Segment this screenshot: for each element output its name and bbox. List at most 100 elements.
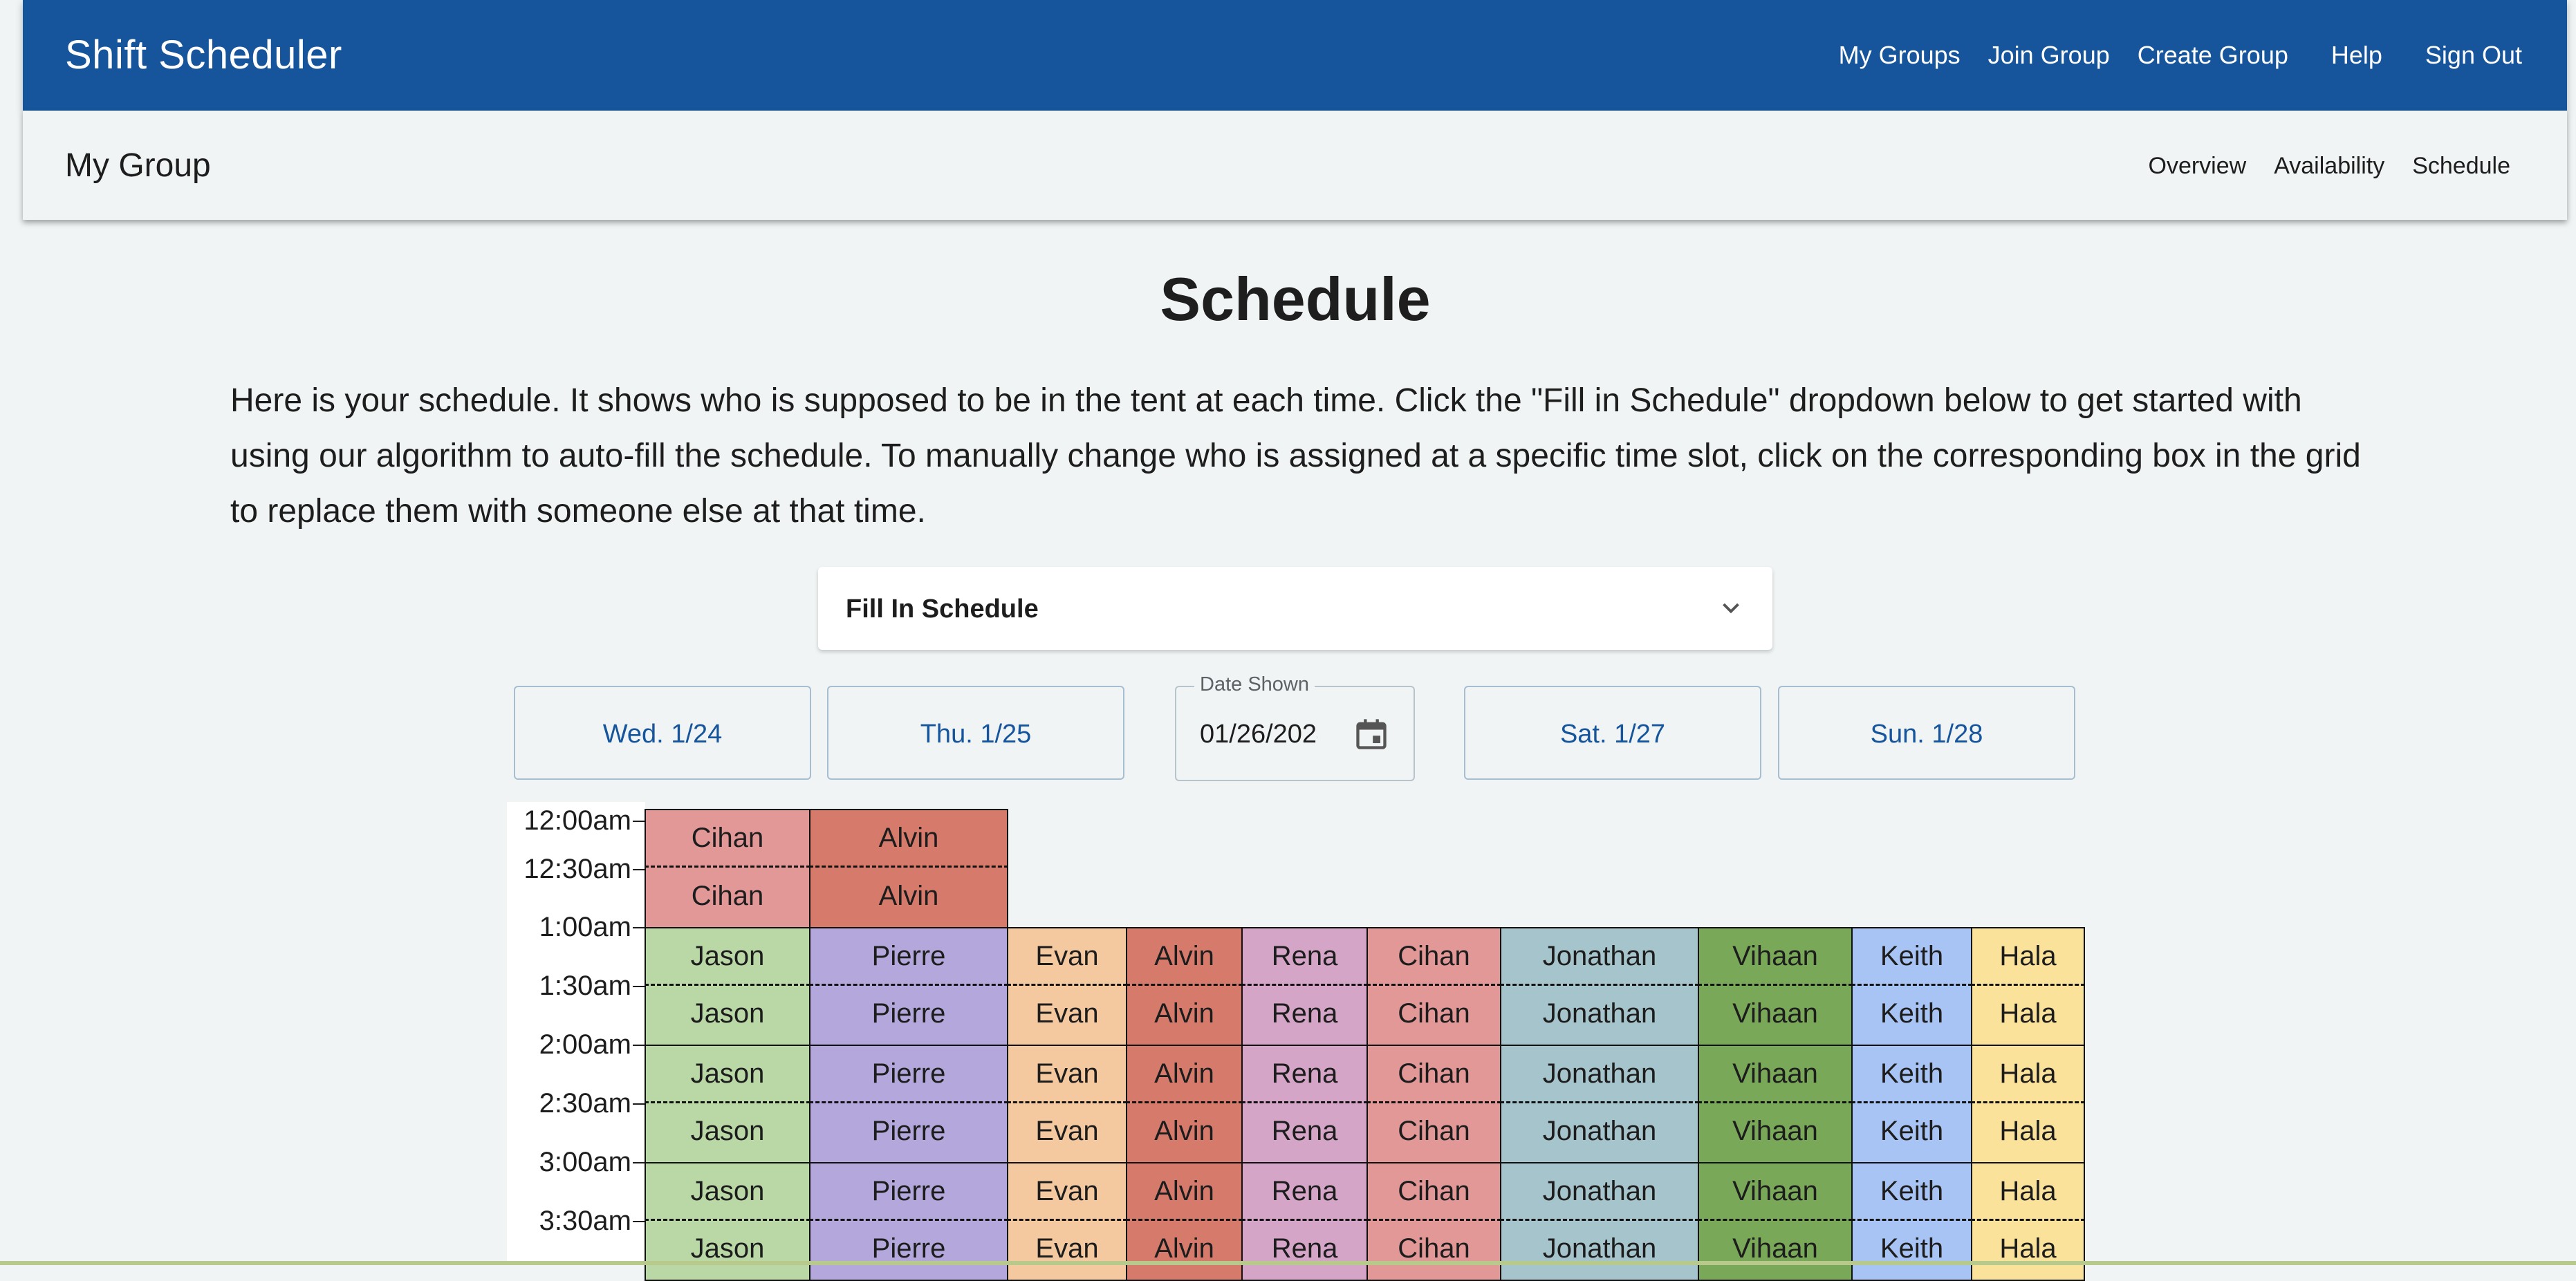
nav-sign-out[interactable]: Sign Out: [2425, 39, 2522, 72]
schedule-cell[interactable]: Jonathan: [1500, 986, 1699, 1046]
schedule-cell[interactable]: Alvin: [809, 868, 1008, 928]
schedule-cell[interactable]: Jonathan: [1500, 1221, 1699, 1281]
schedule-cell[interactable]: Keith: [1851, 1162, 1972, 1221]
schedule-cell[interactable]: Alvin: [1126, 986, 1243, 1046]
schedule-cell[interactable]: Alvin: [809, 809, 1008, 868]
schedule-cell[interactable]: Evan: [1007, 1162, 1127, 1221]
date-shown-value[interactable]: 01/26/2024: [1200, 718, 1317, 751]
schedule-cell[interactable]: Cihan: [1366, 927, 1501, 986]
nav-join-group[interactable]: Join Group: [1988, 39, 2110, 72]
schedule-cell[interactable]: Keith: [1851, 1045, 1972, 1103]
schedule-cell[interactable]: Cihan: [645, 868, 810, 928]
nav-create-group[interactable]: Create Group: [2138, 39, 2288, 72]
schedule-cell[interactable]: Hala: [1971, 1162, 2085, 1221]
chevron-down-icon: [1723, 603, 1739, 614]
schedule-cell[interactable]: Alvin: [1126, 1103, 1243, 1163]
schedule-cell[interactable]: Jonathan: [1500, 927, 1699, 986]
schedule-cell[interactable]: Hala: [1971, 927, 2085, 986]
schedule-cell[interactable]: Pierre: [809, 1103, 1008, 1163]
schedule-cell[interactable]: Vihaan: [1698, 1103, 1853, 1163]
time-column: 12:00am 12:30am 1:00am 1:30am 2:00am 2:30am 3:…: [507, 802, 645, 1265]
schedule-cell[interactable]: Keith: [1851, 927, 1972, 986]
schedule-cell[interactable]: Jonathan: [1500, 1045, 1699, 1103]
schedule-cell[interactable]: Jason: [645, 1045, 810, 1103]
schedule-cell[interactable]: Hala: [1971, 986, 2085, 1046]
schedule-cell[interactable]: Jason: [645, 927, 810, 986]
schedule-cell[interactable]: Cihan: [1366, 986, 1501, 1046]
calendar-icon[interactable]: [1353, 715, 1389, 754]
time-label: 12:00am: [523, 805, 631, 836]
time-tick: [633, 1221, 645, 1222]
time-label: 1:30am: [539, 971, 631, 1001]
schedule-cell[interactable]: Rena: [1241, 1162, 1368, 1221]
time-tick: [633, 986, 645, 987]
schedule-cell[interactable]: Pierre: [809, 927, 1008, 986]
schedule-cell[interactable]: Hala: [1971, 1045, 2085, 1103]
schedule-cell[interactable]: Pierre: [809, 986, 1008, 1046]
schedule-cell[interactable]: Pierre: [809, 1162, 1008, 1221]
day-button-wed[interactable]: Wed. 1/24: [514, 686, 811, 780]
schedule-cell[interactable]: Pierre: [809, 1045, 1008, 1103]
schedule-cell[interactable]: Keith: [1851, 1221, 1972, 1281]
schedule-cell[interactable]: Jonathan: [1500, 1162, 1699, 1221]
top-nav: My Groups Join Group Create Group Help S…: [1811, 39, 2522, 72]
time-tick: [633, 1103, 645, 1105]
schedule-cell[interactable]: Alvin: [1126, 927, 1243, 986]
schedule-cell[interactable]: Hala: [1971, 1103, 2085, 1163]
schedule-cell[interactable]: Vihaan: [1698, 1045, 1853, 1103]
schedule-cell[interactable]: Evan: [1007, 1103, 1127, 1163]
tab-schedule[interactable]: Schedule: [2412, 151, 2510, 181]
time-tick: [633, 821, 645, 822]
schedule-cell[interactable]: Jason: [645, 1221, 810, 1281]
day-button-thu[interactable]: Thu. 1/25: [827, 686, 1124, 780]
schedule-cell[interactable]: Vihaan: [1698, 986, 1853, 1046]
tab-overview[interactable]: Overview: [2149, 151, 2247, 181]
schedule-cell[interactable]: Rena: [1241, 1221, 1368, 1281]
schedule-cell[interactable]: Cihan: [1366, 1045, 1501, 1103]
fill-schedule-label: Fill In Schedule: [846, 595, 1039, 624]
schedule-cell[interactable]: Cihan: [645, 809, 810, 868]
time-label: 2:30am: [539, 1088, 631, 1119]
nav-my-groups[interactable]: My Groups: [1839, 39, 1961, 72]
schedule-cell[interactable]: Alvin: [1126, 1162, 1243, 1221]
schedule-cell[interactable]: Hala: [1971, 1221, 2085, 1281]
time-label: 12:30am: [523, 854, 631, 884]
time-label: 1:00am: [539, 912, 631, 942]
day-button-sun[interactable]: Sun. 1/28: [1778, 686, 2075, 780]
schedule-cell[interactable]: Vihaan: [1698, 1221, 1853, 1281]
schedule-cell[interactable]: Evan: [1007, 1045, 1127, 1103]
schedule-cell[interactable]: Alvin: [1126, 1045, 1243, 1103]
nav-help[interactable]: Help: [2331, 39, 2382, 72]
schedule-cell[interactable]: Rena: [1241, 986, 1368, 1046]
schedule-cell[interactable]: Evan: [1007, 986, 1127, 1046]
schedule-cell[interactable]: Rena: [1241, 927, 1368, 986]
page-description: Here is your schedule. It shows who is s…: [230, 382, 2361, 530]
schedule-cell[interactable]: Keith: [1851, 986, 1972, 1046]
schedule-cell[interactable]: Alvin: [1126, 1221, 1243, 1281]
time-label: 2:00am: [539, 1029, 631, 1060]
tab-availability[interactable]: Availability: [2274, 151, 2384, 181]
schedule-cell[interactable]: Cihan: [1366, 1103, 1501, 1163]
schedule-cell[interactable]: Rena: [1241, 1045, 1368, 1103]
app-title[interactable]: Shift Scheduler: [65, 30, 342, 80]
date-shown-field[interactable]: Date Shown 01/26/2024: [1175, 672, 1415, 781]
app-bar: Shift Scheduler My Groups Join Group Cre…: [23, 0, 2567, 111]
fill-schedule-dropdown[interactable]: Fill In Schedule: [818, 567, 1772, 650]
time-tick: [633, 1045, 645, 1046]
schedule-cell[interactable]: Evan: [1007, 927, 1127, 986]
schedule-cell[interactable]: Jason: [645, 1162, 810, 1221]
day-button-sat[interactable]: Sat. 1/27: [1464, 686, 1761, 780]
schedule-cell[interactable]: Evan: [1007, 1221, 1127, 1281]
schedule-cell[interactable]: Jonathan: [1500, 1103, 1699, 1163]
schedule-cell[interactable]: Vihaan: [1698, 1162, 1853, 1221]
schedule-cell[interactable]: Vihaan: [1698, 927, 1853, 986]
schedule-cell[interactable]: Cihan: [1366, 1221, 1501, 1281]
schedule-cell[interactable]: Rena: [1241, 1103, 1368, 1163]
schedule-cell[interactable]: Jason: [645, 986, 810, 1046]
schedule-cell[interactable]: Jason: [645, 1103, 810, 1163]
page-title: Schedule: [1160, 265, 1431, 333]
schedule-cell[interactable]: Pierre: [809, 1221, 1008, 1281]
group-bar: My Group Overview Availability Schedule: [23, 111, 2567, 220]
schedule-cell[interactable]: Keith: [1851, 1103, 1972, 1163]
schedule-cell[interactable]: Cihan: [1366, 1162, 1501, 1221]
